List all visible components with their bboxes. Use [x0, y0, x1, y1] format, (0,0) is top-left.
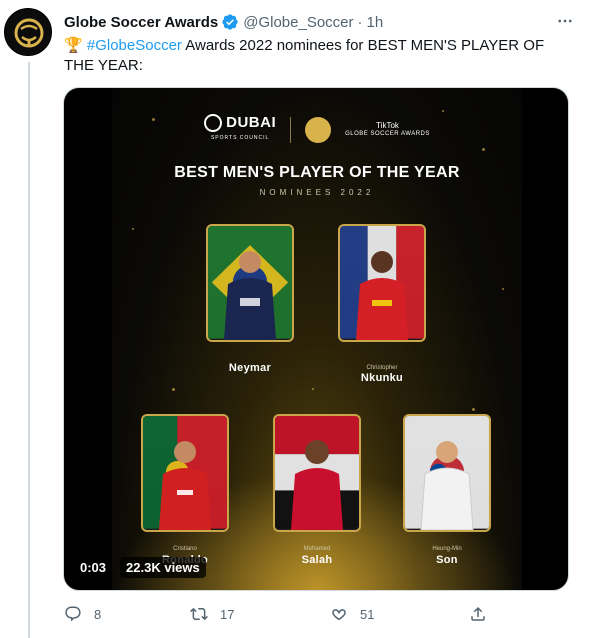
player-first-ronaldo: Cristiano [173, 546, 197, 552]
sponsor-logos: DUBAI SPORTS COUNCIL TikTok GLOBE SOCCER… [112, 114, 522, 145]
logo-divider [290, 116, 292, 143]
globe-soccer-logo-icon [305, 116, 332, 143]
video-frame: DUBAI SPORTS COUNCIL TikTok GLOBE SOCCER… [112, 88, 522, 590]
player-first-nkunku: Christopher [366, 365, 398, 371]
like-button[interactable]: 51 [330, 605, 374, 623]
player-card-neymar [206, 224, 294, 342]
hashtag-link[interactable]: #GlobeSoccer [87, 37, 182, 54]
heart-icon [330, 605, 348, 623]
player-card-nkunku [338, 224, 426, 342]
player-card-salah [273, 414, 361, 532]
tweet-text: 🏆 #GlobeSoccer Awards 2022 nominees for … [64, 36, 564, 76]
player-first-son: Heung-Min [432, 546, 462, 552]
player-card-ronaldo [141, 414, 229, 532]
avatar[interactable] [4, 8, 52, 56]
player-first-salah: Mohamed [303, 546, 331, 552]
video-elapsed-time: 0:03 [74, 557, 113, 578]
player-name-neymar: Neymar [228, 362, 272, 374]
author-name[interactable]: Globe Soccer Awards [64, 14, 218, 31]
retweet-button[interactable]: 17 [190, 605, 234, 623]
separator-dot: · [357, 13, 363, 31]
player-name-nkunku: Nkunku [360, 372, 404, 384]
video-player[interactable]: DUBAI SPORTS COUNCIL TikTok GLOBE SOCCER… [63, 87, 569, 591]
share-icon [469, 605, 487, 623]
tweet[interactable]: Globe Soccer Awards @Globe_Soccer · 1h 🏆… [0, 0, 590, 638]
video-overlay: 0:03 22.3K views [74, 557, 206, 578]
player-name-son: Son [436, 554, 458, 566]
more-horizontal-icon[interactable] [554, 10, 576, 32]
reply-count: 8 [94, 606, 102, 622]
dubai-sports-council-logo: DUBAI SPORTS COUNCIL [204, 114, 276, 145]
like-count: 51 [360, 606, 375, 622]
tweet-header: Globe Soccer Awards @Globe_Soccer · 1h [64, 12, 383, 32]
retweet-count: 17 [220, 606, 235, 622]
thread-line [28, 62, 30, 638]
author-handle[interactable]: @Globe_Soccer [243, 14, 353, 31]
player-name-salah: Salah [301, 554, 333, 566]
reply-icon [64, 605, 82, 623]
verified-badge-icon [221, 13, 239, 31]
trophy-emoji: 🏆 [64, 37, 83, 54]
video-view-count: 22.3K views [120, 557, 206, 578]
poster-subtitle: NOMINEES 2022 [259, 188, 375, 197]
reply-button[interactable]: 8 [64, 605, 101, 623]
player-card-son [403, 414, 491, 532]
tiktok-globe-soccer-logo: TikTok GLOBE SOCCER AWARDS [345, 120, 430, 137]
timestamp[interactable]: 1h [367, 14, 384, 31]
poster-title: BEST MEN'S PLAYER OF THE YEAR [174, 164, 460, 181]
share-button[interactable] [469, 605, 487, 623]
retweet-icon [190, 605, 208, 623]
tweet-actions: 8 17 51 [64, 603, 534, 625]
